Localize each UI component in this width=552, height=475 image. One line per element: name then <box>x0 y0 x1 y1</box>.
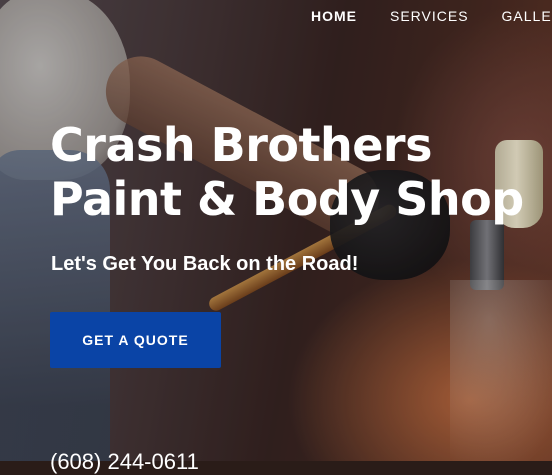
title-line-1: Crash Brothers <box>50 118 432 172</box>
nav-item-home[interactable]: HOME <box>311 6 357 26</box>
page-title: Crash Brothers Paint & Body Shop <box>50 118 524 226</box>
hero-background-image <box>0 0 552 461</box>
hero-overlay <box>0 0 552 461</box>
phone-number-link[interactable]: (608) 244-0611 <box>50 449 199 475</box>
nav-item-services[interactable]: SERVICES <box>390 6 469 26</box>
main-navigation: HOME SERVICES GALLERY <box>311 6 552 26</box>
title-line-2: Paint & Body Shop <box>50 172 524 226</box>
hero-tagline: Let's Get You Back on the Road! <box>51 253 359 275</box>
get-a-quote-button[interactable]: GET A QUOTE <box>50 312 221 368</box>
nav-item-gallery[interactable]: GALLERY <box>502 6 552 26</box>
